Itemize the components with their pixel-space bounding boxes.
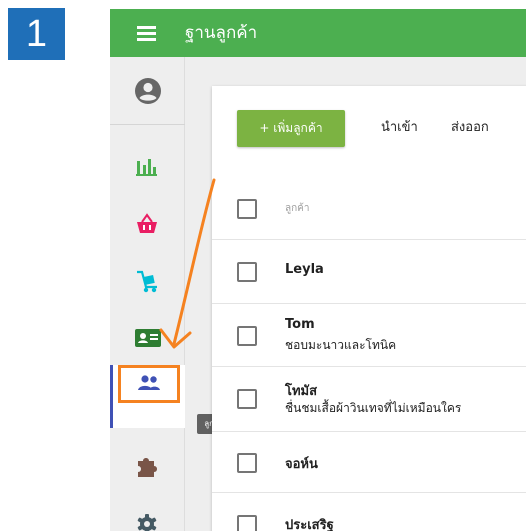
customer-note: ชื่นชมเสื้อผ้าวินเทจที่ไม่เหมือนใคร: [285, 401, 462, 415]
table-row[interactable]: จอห์น: [212, 432, 526, 493]
gear-icon: [137, 514, 157, 531]
row-checkbox[interactable]: [237, 326, 257, 346]
app-window: ฐานลูกค้า + เพิ่มลูกค้า นำเข้า ส่งออก ลู…: [110, 9, 526, 531]
sidebar-item-settings[interactable]: [110, 495, 185, 531]
people-icon: [138, 375, 160, 390]
sidebar-item-staff[interactable]: [110, 310, 185, 370]
sidebar-item-inventory[interactable]: [110, 253, 185, 313]
menu-icon[interactable]: [137, 25, 156, 41]
table-row[interactable]: ประเสริฐ: [212, 493, 526, 531]
app-title: ฐานลูกค้า: [185, 23, 258, 43]
customers-icon-wrap: [136, 371, 162, 399]
bar-chart-icon: [136, 159, 157, 176]
sidebar-item-addons[interactable]: [110, 438, 185, 498]
table-header-row: ลูกค้า: [212, 178, 526, 240]
customer-list-card: + เพิ่มลูกค้า นำเข้า ส่งออก ลูกค้า Leyla…: [212, 86, 526, 531]
row-checkbox[interactable]: [237, 515, 257, 531]
screenshot: 1 ฐานลูกค้า + เพิ่มลูกค้า นำเข้า ส่งออก …: [0, 0, 526, 531]
sidebar-item-reports[interactable]: [110, 137, 185, 197]
table-row[interactable]: โทมัส ชื่นชมเสื้อผ้าวินเทจที่ไม่เหมือนใค…: [212, 367, 526, 432]
table-row[interactable]: Tom ชอบมะนาวและโทนิค: [212, 304, 526, 367]
sidebar-item-sales[interactable]: [110, 195, 185, 255]
row-checkbox[interactable]: [237, 262, 257, 282]
dolly-cart-icon: [137, 270, 157, 293]
customer-name: โทมัส: [285, 384, 318, 399]
select-all-checkbox[interactable]: [237, 199, 257, 219]
sidebar-divider: [110, 124, 185, 125]
shopping-basket-icon: [137, 213, 157, 233]
app-bar: ฐานลูกค้า: [110, 9, 526, 57]
id-card-icon: [135, 329, 161, 347]
customer-note: ชอบมะนาวและโทนิค: [285, 338, 397, 352]
account-circle-icon: [135, 78, 161, 104]
customer-name: ประเสริฐ: [285, 518, 334, 531]
step-number-badge: 1: [8, 8, 65, 60]
column-header-customer: ลูกค้า: [285, 203, 310, 214]
row-checkbox[interactable]: [237, 389, 257, 409]
puzzle-icon: [138, 458, 157, 477]
customer-name: Tom: [285, 317, 315, 332]
row-checkbox[interactable]: [237, 453, 257, 473]
add-customer-button[interactable]: + เพิ่มลูกค้า: [237, 110, 345, 147]
customer-name: จอห์น: [285, 457, 318, 472]
import-button[interactable]: นำเข้า: [381, 119, 418, 137]
export-button[interactable]: ส่งออก: [451, 119, 489, 137]
customer-name: Leyla: [285, 262, 324, 277]
sidebar: [110, 57, 185, 531]
sidebar-item-account[interactable]: [110, 61, 185, 121]
table-row[interactable]: Leyla: [212, 240, 526, 304]
list-toolbar: + เพิ่มลูกค้า นำเข้า ส่งออก: [212, 86, 526, 166]
